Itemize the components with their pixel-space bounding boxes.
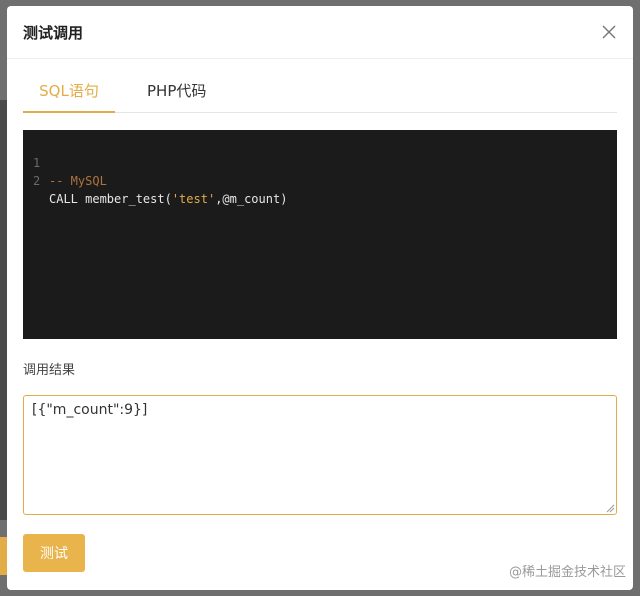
- watermark: @稀土掘金技术社区: [508, 565, 626, 580]
- code-call: CALL member_test(: [49, 192, 172, 206]
- code-line: 1 -- MySQL: [23, 136, 107, 188]
- tab-sql[interactable]: SQL语句: [23, 80, 115, 113]
- result-label: 调用结果: [23, 363, 76, 378]
- resize-grip-icon[interactable]: [605, 503, 615, 513]
- test-call-dialog: 测试调用 SQL语句 PHP代码 1 -- MySQL 2 CALL membe…: [7, 6, 633, 590]
- code-line: 2 CALL member_test('test',@m_count): [23, 154, 287, 206]
- code-text: CALL member_test('test',@m_count): [49, 190, 287, 208]
- tab-php[interactable]: PHP代码: [147, 80, 206, 113]
- code-suffix: ,@m_count): [215, 192, 288, 206]
- test-button[interactable]: 测试: [23, 534, 85, 572]
- code-string: 'test': [171, 192, 216, 206]
- close-button[interactable]: [599, 22, 619, 42]
- close-icon: [602, 25, 616, 39]
- result-textarea[interactable]: [{"m_count":9}]: [23, 395, 617, 515]
- dialog-title: 测试调用: [23, 24, 84, 42]
- code-editor[interactable]: 1 -- MySQL 2 CALL member_test('test',@m_…: [23, 130, 617, 339]
- tab-bar: SQL语句 PHP代码: [23, 80, 617, 113]
- line-number: 2: [33, 174, 41, 188]
- dialog-header: 测试调用: [7, 6, 633, 59]
